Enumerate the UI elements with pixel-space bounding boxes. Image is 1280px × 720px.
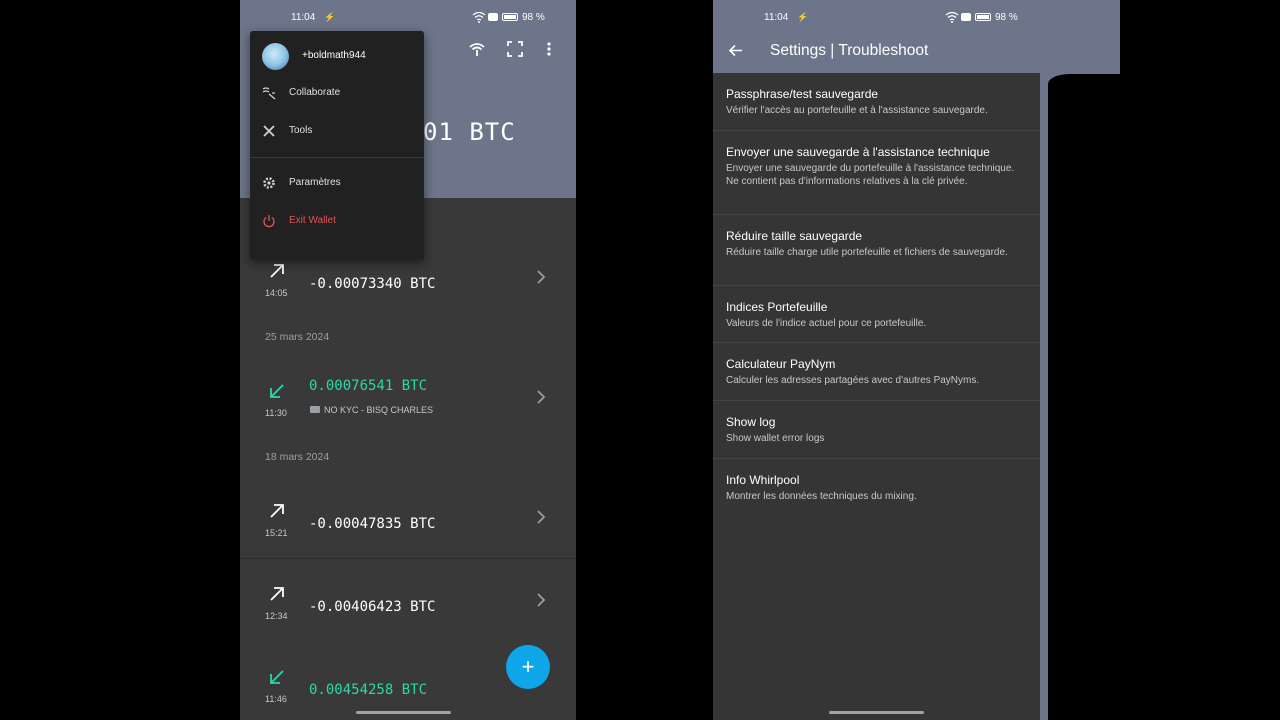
settings-item-subtitle: Show wallet error logs: [726, 433, 825, 444]
transaction-time: 14:05: [265, 288, 288, 298]
transaction-time: 11:30: [265, 408, 287, 418]
alarm-off-icon: [488, 13, 498, 21]
gear-icon: [263, 177, 275, 189]
date-header: 18 mars 2024: [265, 451, 330, 463]
menu-divider: [250, 157, 424, 158]
settings-item-title: Info Whirlpool: [726, 473, 800, 487]
add-fab-button[interactable]: +: [506, 645, 550, 689]
transaction-amount: -0.00047835 BTC: [309, 516, 436, 532]
wifi-status-icon: [945, 11, 959, 26]
chevron-right-icon: [537, 390, 546, 404]
menu-item-label: Exit Wallet: [289, 215, 336, 226]
outgoing-arrow-icon: [270, 587, 284, 601]
transaction-row[interactable]: 15:21 -0.00047835 BTC: [240, 486, 576, 564]
transaction-list: 14:05 -0.00073340 BTC 25 mars 2024 11:30…: [240, 198, 576, 720]
settings-item-paynym-calculator[interactable]: Calculateur PayNym Calculer les adresses…: [713, 343, 1040, 401]
chevron-right-icon: [537, 270, 546, 284]
settings-item-send-backup[interactable]: Envoyer une sauvegarde à l'assistance te…: [713, 131, 1040, 215]
menu-item-collaborate[interactable]: Collaborate: [250, 79, 424, 109]
menu-item-exit-wallet[interactable]: Exit Wallet: [250, 207, 424, 237]
settings-item-title: Passphrase/test sauvegarde: [726, 87, 879, 101]
row-divider: [240, 558, 576, 559]
settings-item-passphrase[interactable]: Passphrase/test sauvegarde Vérifier l'ac…: [713, 73, 1040, 131]
top-actions: [468, 40, 568, 60]
date-header: 25 mars 2024: [265, 331, 330, 343]
settings-item-title: Réduire taille sauvegarde: [726, 229, 863, 243]
settings-item-subtitle: Envoyer une sauvegarde du portefeuille à…: [726, 163, 1015, 187]
network-status-icon[interactable]: [468, 40, 486, 63]
transaction-amount: 0.00076541 BTC: [309, 378, 428, 394]
battery-percent: 98 %: [522, 12, 545, 23]
settings-item-subtitle: Réduire taille charge utile portefeuille…: [726, 247, 1008, 258]
settings-item-subtitle: Valeurs de l'indice actuel pour ce porte…: [726, 318, 927, 329]
status-time: 11:04: [291, 12, 316, 23]
settings-item-show-log[interactable]: Show log Show wallet error logs: [713, 401, 1040, 459]
collaborate-icon: [262, 87, 276, 100]
transaction-row[interactable]: 12:34 -0.00406423 BTC: [240, 569, 576, 647]
back-arrow-icon[interactable]: [728, 43, 743, 58]
wifi-status-icon: [472, 11, 486, 26]
settings-item-whirlpool-info[interactable]: Info Whirlpool Montrer les données techn…: [713, 459, 1040, 515]
tools-icon: [263, 125, 275, 137]
username[interactable]: +boldmath944: [302, 50, 366, 61]
battery-percent: 98 %: [995, 12, 1018, 23]
transaction-row[interactable]: 11:30 0.00076541 BTC NO KYC - BISQ CHARL…: [240, 366, 576, 444]
menu-item-label: Collaborate: [289, 87, 341, 98]
settings-item-subtitle: Montrer les données techniques du mixing…: [726, 491, 917, 502]
account-menu: +boldmath944 Collaborate Tools Paramètre…: [250, 31, 424, 260]
settings-item-title: Indices Portefeuille: [726, 300, 828, 314]
transaction-time: 15:21: [265, 528, 288, 538]
notification-icon: ⚡: [797, 12, 809, 22]
settings-list: Passphrase/test sauvegarde Vérifier l'ac…: [713, 73, 1040, 720]
chevron-right-icon: [537, 593, 546, 607]
settings-item-title: Show log: [726, 415, 776, 429]
transaction-time: 11:46: [265, 694, 287, 704]
avatar[interactable]: [262, 43, 289, 70]
outgoing-arrow-icon: [270, 264, 284, 278]
settings-item-title: Envoyer une sauvegarde à l'assistance te…: [726, 145, 990, 159]
transaction-amount: -0.00073340 BTC: [309, 276, 436, 292]
incoming-arrow-icon: [270, 670, 284, 684]
gesture-handle[interactable]: [356, 711, 451, 714]
alarm-off-icon: [961, 13, 971, 21]
incoming-arrow-icon: [270, 384, 284, 398]
transaction-amount: 0.00454258 BTC: [309, 682, 428, 698]
wallet-screen: 11:04 ⚡ 98 % 01 BTC 14:05 -0.00073340 BT…: [240, 0, 576, 720]
settings-screen: 11:04 ⚡ 98 % Settings | Troubleshoot Pas…: [713, 0, 1040, 720]
settings-item-title: Calculateur PayNym: [726, 357, 836, 371]
transaction-label: NO KYC - BISQ CHARLES: [324, 405, 434, 415]
label-tag-icon: [310, 406, 320, 413]
menu-item-label: Paramètres: [289, 177, 341, 188]
battery-icon: [975, 13, 991, 21]
notification-icon: ⚡: [324, 12, 336, 22]
battery-icon: [502, 13, 518, 21]
page-title: Settings | Troubleshoot: [770, 42, 929, 59]
settings-item-wallet-indexes[interactable]: Indices Portefeuille Valeurs de l'indice…: [713, 286, 1040, 343]
transaction-time: 12:34: [265, 611, 288, 621]
chevron-right-icon: [537, 510, 546, 524]
outgoing-arrow-icon: [270, 504, 284, 518]
more-options-icon[interactable]: [546, 41, 552, 62]
power-icon: [263, 215, 275, 228]
wallet-balance[interactable]: 01 BTC: [423, 118, 516, 146]
gesture-handle[interactable]: [829, 711, 924, 714]
menu-item-tools[interactable]: Tools: [250, 117, 424, 147]
menu-item-label: Tools: [289, 125, 313, 136]
settings-item-subtitle: Vérifier l'accès au portefeuille et à l'…: [726, 105, 988, 116]
settings-item-reduce-backup[interactable]: Réduire taille sauvegarde Réduire taille…: [713, 215, 1040, 286]
background-black: [1120, 0, 1280, 720]
transaction-amount: -0.00406423 BTC: [309, 599, 436, 615]
scan-icon[interactable]: [507, 41, 523, 62]
menu-item-settings[interactable]: Paramètres: [250, 169, 424, 199]
settings-item-subtitle: Calculer les adresses partagées avec d'a…: [726, 375, 980, 386]
status-time: 11:04: [764, 12, 789, 23]
